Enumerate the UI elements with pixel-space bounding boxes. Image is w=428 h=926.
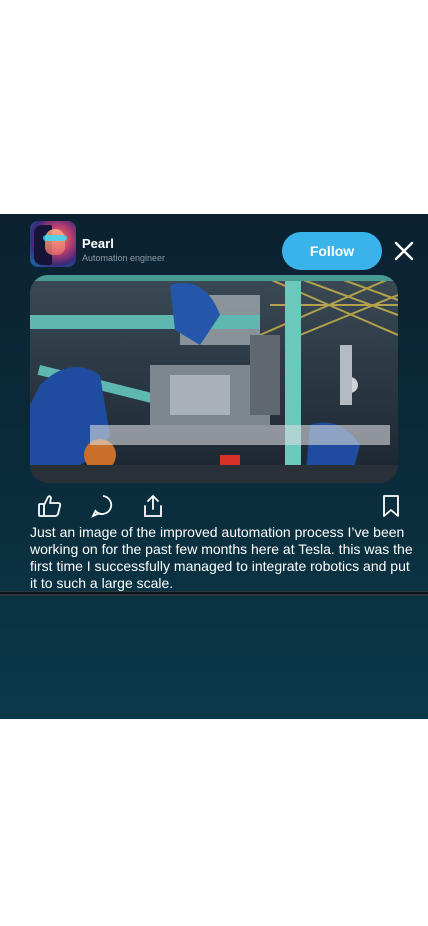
post-card: Pearl Automation engineer Follow Just an… — [0, 214, 428, 719]
author-name[interactable]: Pearl — [82, 236, 114, 251]
share-icon[interactable] — [140, 493, 166, 519]
author-title: Automation engineer — [82, 253, 166, 263]
post-header: Pearl Automation engineer Follow — [30, 221, 420, 270]
avatar[interactable] — [30, 221, 76, 267]
post-caption: Just an image of the improved automation… — [30, 524, 413, 591]
close-icon[interactable] — [392, 239, 416, 263]
post-actions — [30, 493, 402, 521]
thumbs-up-icon[interactable] — [37, 493, 63, 519]
post-image[interactable] — [30, 275, 398, 483]
bookmark-icon[interactable] — [378, 493, 404, 519]
follow-button[interactable]: Follow — [282, 232, 382, 270]
divider — [0, 591, 428, 596]
comment-icon[interactable] — [90, 493, 116, 519]
